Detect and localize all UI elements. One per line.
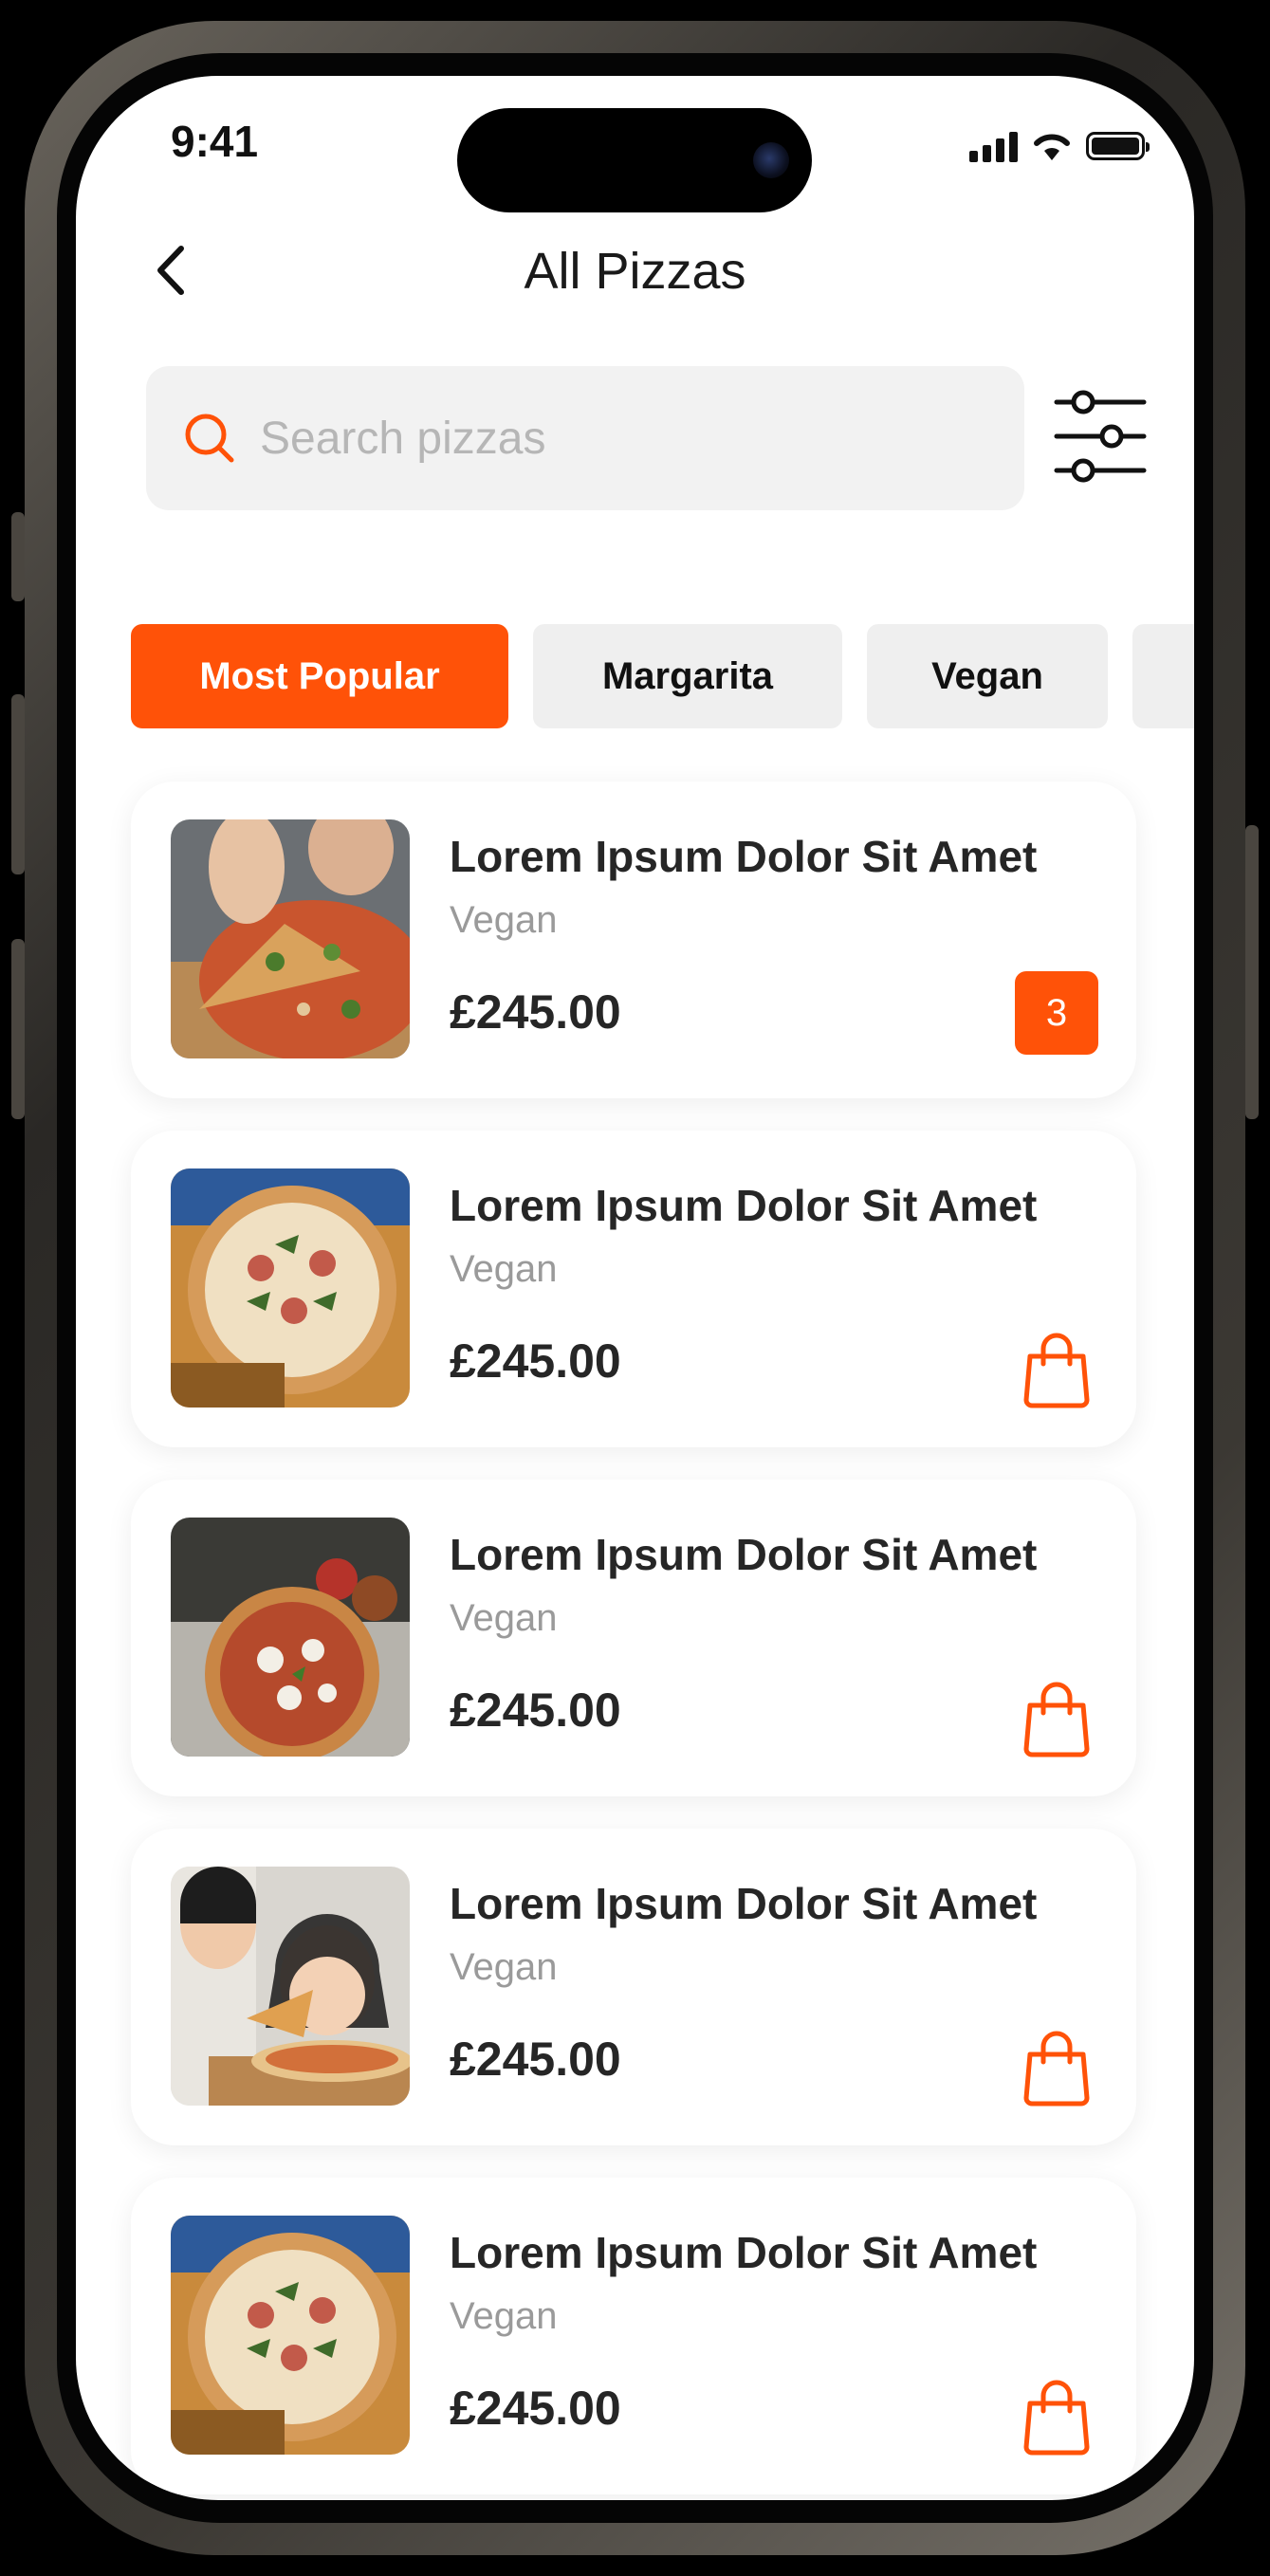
product-card[interactable]: Lorem Ipsum Dolor Sit Amet Vegan £245.00…: [131, 782, 1136, 1098]
search-bar[interactable]: [146, 366, 1024, 510]
front-camera: [753, 142, 789, 178]
cellular-signal-icon: [969, 130, 1018, 162]
product-name: Lorem Ipsum Dolor Sit Amet: [450, 832, 1038, 881]
search-input[interactable]: [258, 411, 983, 466]
app-screen: 9:41 All Pizzas Most Pop: [76, 76, 1194, 2500]
product-card[interactable]: Lorem Ipsum Dolor Sit Amet Vegan £245.00: [131, 1480, 1136, 1796]
product-category: Vegan: [450, 1597, 558, 1639]
product-price: £245.00: [450, 1334, 621, 1388]
filter-sliders-icon[interactable]: [1053, 389, 1148, 484]
chip-margarita[interactable]: Margarita: [533, 624, 842, 728]
product-price: £245.00: [450, 2382, 621, 2435]
power-button: [1245, 825, 1259, 1119]
battery-icon: [1086, 132, 1150, 160]
product-name: Lorem Ipsum Dolor Sit Amet: [450, 1879, 1038, 1928]
shopping-bag-icon[interactable]: [1021, 1330, 1093, 1409]
status-time: 9:41: [171, 117, 259, 166]
dynamic-island: [457, 108, 812, 212]
product-price: £245.00: [450, 1684, 621, 1737]
product-price: £245.00: [450, 2033, 621, 2086]
pizza-image: [171, 2216, 410, 2455]
chip-more[interactable]: [1132, 624, 1194, 728]
volume-down-button: [11, 939, 25, 1119]
page-title: All Pizzas: [524, 243, 746, 300]
pizza-image: [171, 1867, 410, 2106]
product-card[interactable]: Lorem Ipsum Dolor Sit Amet Vegan £245.00: [131, 2178, 1136, 2494]
cart-quantity-badge[interactable]: 3: [1015, 971, 1098, 1055]
category-chips: Most Popular Margarita Vegan: [131, 624, 1194, 728]
shopping-bag-icon[interactable]: [1021, 2377, 1093, 2456]
shopping-bag-icon[interactable]: [1021, 2028, 1093, 2107]
product-name: Lorem Ipsum Dolor Sit Amet: [450, 1181, 1038, 1230]
product-name: Lorem Ipsum Dolor Sit Amet: [450, 1530, 1038, 1579]
chip-most-popular[interactable]: Most Popular: [131, 624, 508, 728]
action-button: [11, 512, 25, 601]
pizza-image: [171, 1518, 410, 1757]
product-category: Vegan: [450, 899, 558, 941]
shopping-bag-icon[interactable]: [1021, 1679, 1093, 1758]
product-card[interactable]: Lorem Ipsum Dolor Sit Amet Vegan £245.00: [131, 1829, 1136, 2145]
search-icon: [185, 414, 234, 463]
chip-vegan[interactable]: Vegan: [867, 624, 1108, 728]
product-price: £245.00: [450, 985, 621, 1039]
product-card[interactable]: Lorem Ipsum Dolor Sit Amet Vegan £245.00: [131, 1131, 1136, 1447]
product-category: Vegan: [450, 1946, 558, 1988]
volume-up-button: [11, 694, 25, 874]
product-category: Vegan: [450, 1248, 558, 1290]
product-name: Lorem Ipsum Dolor Sit Amet: [450, 2228, 1038, 2277]
pizza-image: [171, 819, 410, 1058]
wifi-icon: [1034, 134, 1070, 160]
product-category: Vegan: [450, 2295, 558, 2337]
pizza-image: [171, 1168, 410, 1408]
status-icons: [969, 127, 1150, 165]
